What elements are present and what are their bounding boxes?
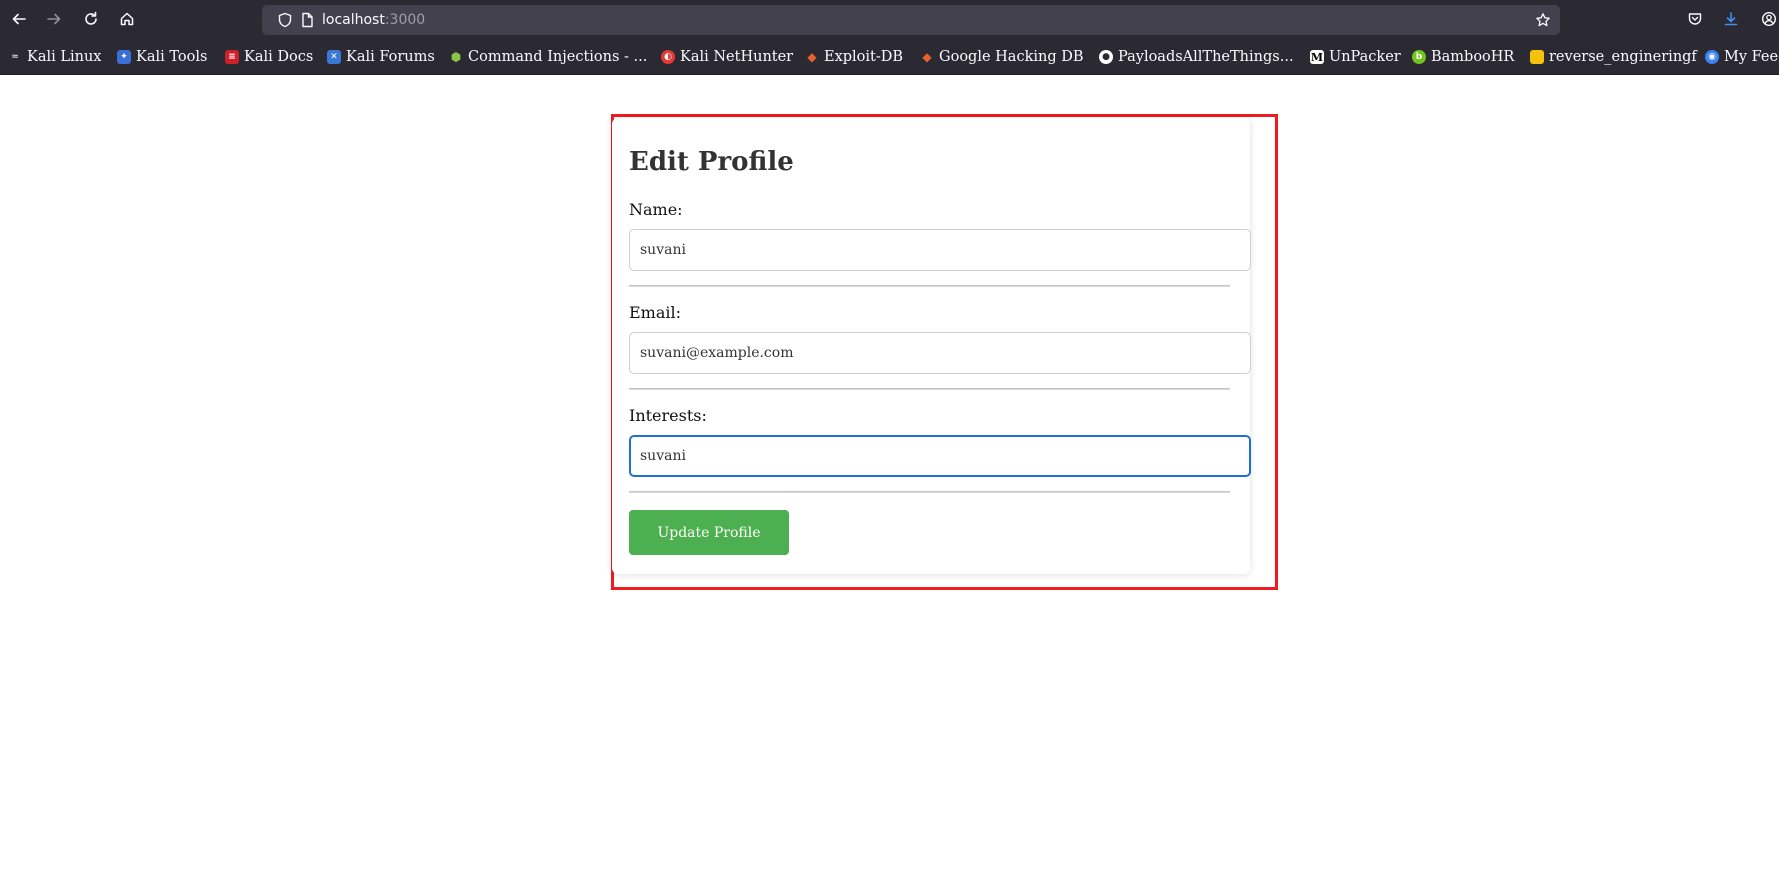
bookmark-item[interactable]: ≈ Kali Linux xyxy=(8,47,101,67)
bookmark-star-icon[interactable] xyxy=(1534,11,1552,29)
page-title: Edit Profile xyxy=(629,147,794,177)
name-field[interactable] xyxy=(629,229,1251,271)
account-button[interactable] xyxy=(1756,6,1779,32)
kali-forums-icon: ✕ xyxy=(327,50,341,64)
divider xyxy=(629,285,1230,287)
bookmark-item[interactable]: ✕ Kali Forums xyxy=(327,47,435,67)
arrow-right-icon xyxy=(47,13,61,25)
bookmark-item[interactable]: ✦ Kali Tools xyxy=(117,47,207,67)
forward-button[interactable] xyxy=(41,6,67,32)
url-bar[interactable]: localhost:3000 xyxy=(262,5,1560,35)
unpacker-icon: M xyxy=(1310,50,1324,64)
bookmark-item[interactable]: ◆ Exploit-DB xyxy=(805,47,903,67)
bookmarks-toolbar: ≈ Kali Linux ✦ Kali Tools ≡ Kali Docs ✕ Kali… xyxy=(0,38,1779,75)
arrow-left-icon xyxy=(12,13,26,25)
name-label: Name: xyxy=(629,200,683,219)
pocket-icon xyxy=(1688,13,1702,25)
interests-field[interactable] xyxy=(629,435,1251,477)
bookmark-item[interactable]: ≡ Kali Docs xyxy=(225,47,313,67)
kali-tools-icon: ✦ xyxy=(117,50,131,64)
github-icon: ● xyxy=(1099,50,1113,64)
divider xyxy=(629,491,1230,493)
folder-icon xyxy=(1530,50,1544,64)
bookmark-item[interactable]: ◆ Google Hacking DB xyxy=(920,47,1083,67)
account-icon xyxy=(1761,11,1777,27)
pocket-button[interactable] xyxy=(1682,6,1708,32)
ghdb-icon: ◆ xyxy=(922,50,932,64)
home-button[interactable] xyxy=(114,6,140,32)
back-button[interactable] xyxy=(6,6,32,32)
bookmark-item[interactable]: b BambooHR xyxy=(1412,47,1514,67)
hexagon-icon: ⬢ xyxy=(450,50,462,64)
downloads-button[interactable] xyxy=(1718,6,1744,32)
url-host: localhost xyxy=(322,12,385,28)
email-field[interactable] xyxy=(629,332,1251,374)
interests-label: Interests: xyxy=(629,406,707,425)
page-icon[interactable] xyxy=(298,11,316,29)
bookmark-item[interactable]: ⬢ Command Injections - ... xyxy=(449,47,648,67)
reload-button[interactable] xyxy=(78,6,104,32)
kali-docs-icon: ≡ xyxy=(225,50,239,64)
url-text[interactable]: localhost:3000 xyxy=(322,11,425,29)
nethunter-icon: ◐ xyxy=(661,50,675,64)
home-icon xyxy=(120,12,134,26)
browser-toolbar: localhost:3000 xyxy=(0,0,1779,38)
email-label: Email: xyxy=(629,303,682,322)
update-profile-button[interactable]: Update Profile xyxy=(629,510,789,555)
bookmark-item[interactable]: ◐ Kali NetHunter xyxy=(661,47,793,67)
exploit-db-icon: ◆ xyxy=(807,50,817,64)
url-port: :3000 xyxy=(384,12,426,28)
bookmark-item[interactable]: M UnPacker xyxy=(1310,47,1401,67)
bamboohr-icon: b xyxy=(1412,50,1426,64)
reload-icon xyxy=(85,11,97,25)
bookmark-item[interactable]: ◉My Feed xyxy=(1705,47,1779,67)
bookmark-item[interactable]: ● PayloadsAllTheThings... xyxy=(1099,47,1294,67)
feed-icon: ◉ xyxy=(1705,50,1719,64)
bookmark-item[interactable]: reverse_engineringf xyxy=(1530,47,1697,67)
download-icon xyxy=(1724,12,1738,26)
divider xyxy=(629,388,1230,390)
kali-dragon-icon: ≈ xyxy=(8,50,22,64)
shield-icon[interactable] xyxy=(276,11,294,29)
edit-profile-form: Edit Profile Name: Email: Interests: Upd… xyxy=(612,118,1251,574)
